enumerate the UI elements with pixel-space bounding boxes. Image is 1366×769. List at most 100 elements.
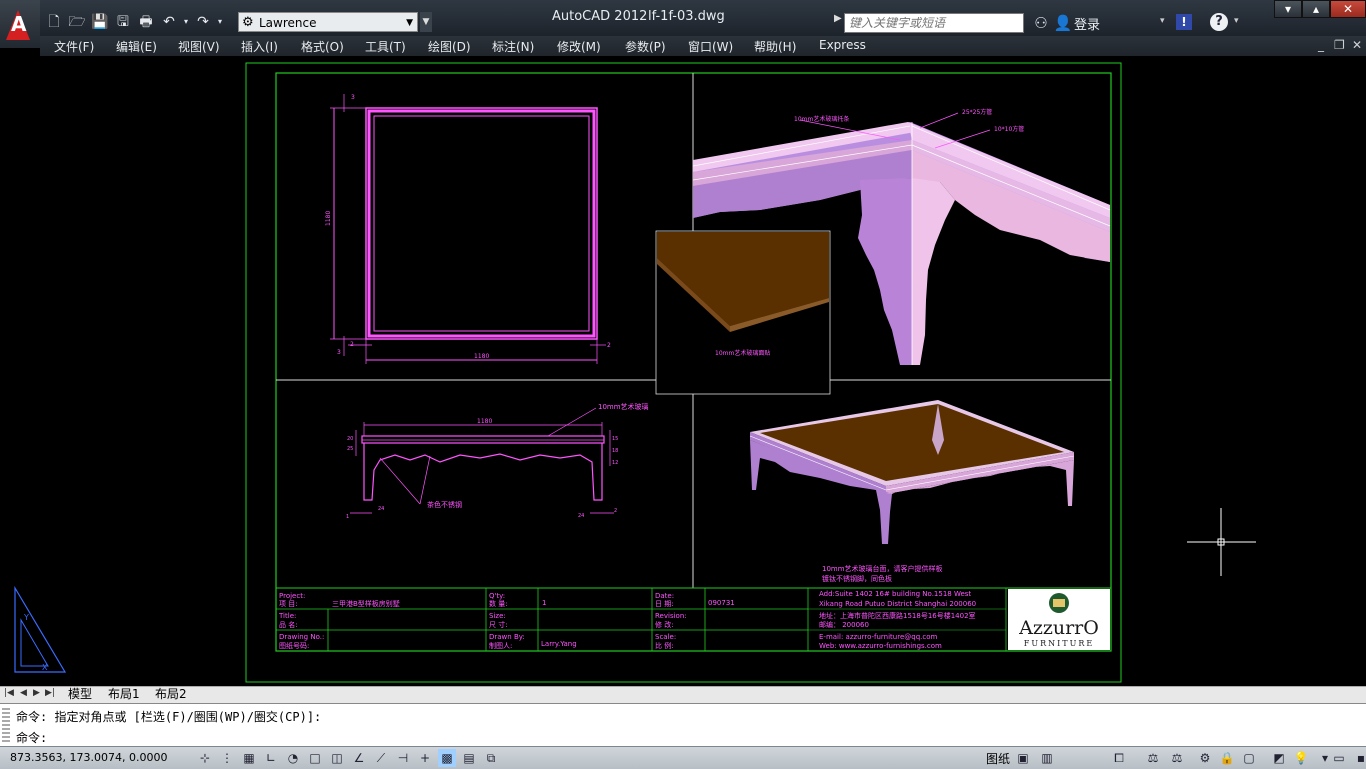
label-tube-10: 10*10方管 — [994, 125, 1024, 133]
exchange-icon[interactable]: ! — [1176, 14, 1192, 30]
menu-edit[interactable]: 编辑(E) — [116, 38, 157, 55]
tb-date-value: 090731 — [708, 599, 735, 607]
menu-window[interactable]: 窗口(W) — [688, 38, 733, 55]
status-menu-icon[interactable]: ▪ — [1352, 749, 1366, 767]
3d-object-snap-icon[interactable]: ◫ — [328, 749, 346, 767]
tab-model[interactable]: 模型 — [68, 687, 92, 702]
minimize-button[interactable]: ▾ — [1274, 0, 1302, 18]
dynamic-input-icon[interactable]: ⊣ — [394, 749, 412, 767]
close-button[interactable]: ✕ — [1330, 0, 1366, 18]
tab-last-icon[interactable]: ▶| — [45, 688, 55, 698]
menu-format[interactable]: 格式(O) — [301, 38, 344, 55]
tb-revision-label-en: Revision: — [655, 612, 687, 620]
dim-bottom-left: 2 — [350, 341, 354, 348]
polar-tracking-icon[interactable]: ◔ — [284, 749, 302, 767]
menu-insert[interactable]: 插入(I) — [241, 38, 278, 55]
redo-dropdown-icon[interactable]: ▾ — [216, 12, 224, 32]
layout-tab-bar: |◀ ◀ ▶ ▶| 模型 布局1 布局2 — [0, 686, 1366, 703]
coordinates-readout[interactable]: 873.3563, 173.0074, 0.0000 — [10, 751, 167, 764]
save-as-icon[interactable]: 🖫 — [113, 12, 133, 32]
command-grip[interactable] — [2, 708, 10, 744]
command-window: 命令: 指定对角点或 [栏选(F)/圈围(WP)/圈交(CP)]: 命令: — [0, 703, 1366, 747]
quick-view-icon[interactable]: ▥ — [1038, 749, 1056, 767]
tab-prev-icon[interactable]: ◀ — [20, 688, 27, 698]
chevron-down-icon[interactable]: ▾ — [1234, 16, 1239, 26]
hardware-accel-icon[interactable]: ▢ — [1240, 749, 1258, 767]
tab-layout2[interactable]: 布局2 — [155, 687, 187, 702]
paper-space-label[interactable]: 图纸 — [986, 750, 1010, 767]
ortho-mode-icon[interactable]: ∟ — [262, 749, 280, 767]
tb-revision-label-cn: 修 改: — [655, 620, 674, 629]
quick-properties-icon[interactable]: ▤ — [460, 749, 478, 767]
binoculars-icon[interactable]: ⚇ — [1030, 12, 1052, 34]
tb-scale-label-en: Scale: — [655, 633, 676, 641]
menu-modify[interactable]: 修改(M) — [557, 38, 601, 55]
customize-toolbar-button[interactable]: ▼ — [420, 12, 432, 32]
tb-project-label-cn: 项 目: — [279, 600, 298, 608]
doc-minimize-icon[interactable]: _ — [1318, 38, 1324, 52]
tab-next-icon[interactable]: ▶ — [33, 688, 40, 698]
annotation-scale-icon[interactable]: ⚖ — [1144, 749, 1162, 767]
user-icon[interactable]: 👤 — [1052, 12, 1074, 34]
front-elevation-view: 1180 20 25 15 18 12 1 24 24 2 10mm艺术玻璃 茶… — [346, 402, 649, 520]
tb-title-label-cn: 品 名: — [279, 620, 298, 629]
drawing-canvas[interactable]: 3 1180 2 2 3 1180 10mm艺术玻璃托条 25*25方管 10*… — [0, 56, 1366, 686]
dynamic-ucs-icon[interactable]: ⟋ — [372, 749, 390, 767]
object-snap-icon[interactable]: □ — [306, 749, 324, 767]
workspace-switch-icon[interactable]: ⚙ — [1196, 749, 1214, 767]
redo-icon[interactable]: ↷ — [193, 12, 213, 32]
save-icon[interactable]: 💾 — [90, 12, 110, 32]
dim-height-side: 1180 — [325, 211, 332, 226]
lineweight-icon[interactable]: + — [416, 749, 434, 767]
selection-cycling-icon[interactable]: ⧉ — [482, 749, 500, 767]
restore-button[interactable]: ▴ — [1302, 0, 1330, 18]
app-title: AutoCAD 2012 — [552, 9, 648, 24]
open-folder-icon[interactable]: 🗁 — [67, 12, 87, 32]
grid-display-icon[interactable]: ▦ — [240, 749, 258, 767]
dim-bottom-right: 2 — [607, 342, 611, 349]
dim-front-foot-r2: 2 — [614, 508, 617, 514]
undo-icon[interactable]: ↶ — [159, 12, 179, 32]
note-line-2: 镀钛不锈钢脚，同色板 — [822, 574, 892, 583]
tab-layout1[interactable]: 布局1 — [108, 687, 140, 702]
menu-express[interactable]: Express — [819, 38, 866, 52]
search-input[interactable] — [844, 13, 1024, 33]
tb-web: Web: www.azzurro-furnishings.com — [819, 642, 942, 650]
object-snap-tracking-icon[interactable]: ∠ — [350, 749, 368, 767]
isolate-objects-icon[interactable]: ◩ — [1270, 749, 1288, 767]
menu-help[interactable]: 帮助(H) — [754, 38, 796, 55]
tb-project-label-en: Project: — [279, 592, 305, 600]
annotation-visibility-icon[interactable]: ⚖ — [1168, 749, 1186, 767]
menu-file[interactable]: 文件(F) — [54, 38, 94, 55]
application-menu-button[interactable]: A — [0, 0, 40, 48]
chevron-down-icon[interactable]: ▾ — [1160, 16, 1165, 26]
layout-view-icon[interactable]: ▣ — [1014, 749, 1032, 767]
infer-constraints-icon[interactable]: ⊹ — [196, 749, 214, 767]
search-expand-icon[interactable]: ▶ — [834, 13, 842, 24]
doc-close-icon[interactable]: ✕ — [1352, 38, 1362, 52]
command-prompt[interactable]: 命令: — [16, 729, 47, 746]
clean-screen-icon[interactable]: ▭ — [1330, 749, 1348, 767]
maximize-viewport-icon[interactable]: ⧠ — [1110, 749, 1128, 767]
menu-draw[interactable]: 绘图(D) — [428, 38, 471, 55]
menu-tools[interactable]: 工具(T) — [365, 38, 406, 55]
label-tube-25: 25*25方管 — [962, 108, 992, 116]
undo-dropdown-icon[interactable]: ▾ — [182, 12, 190, 32]
company-logo-text: AzzurrO — [1018, 617, 1099, 639]
menu-dimension[interactable]: 标注(N) — [492, 38, 534, 55]
menu-view[interactable]: 视图(V) — [178, 38, 220, 55]
doc-restore-icon[interactable]: ❐ — [1334, 38, 1345, 52]
lock-icon[interactable]: 🔒 — [1218, 749, 1236, 767]
snap-mode-icon[interactable]: ⋮ — [218, 749, 236, 767]
menu-parametric[interactable]: 参数(P) — [625, 38, 666, 55]
workspace-dropdown[interactable]: ⚙ Lawrence ▼ — [238, 12, 418, 32]
dim-front-foot-l1: 1 — [346, 514, 349, 520]
new-file-icon[interactable]: 🗋 — [44, 12, 64, 32]
tab-first-icon[interactable]: |◀ — [4, 688, 14, 698]
ucs-icon: Y X — [14, 585, 67, 673]
login-button[interactable]: 登录 — [1074, 14, 1100, 33]
transparency-icon[interactable]: ▩ — [438, 749, 456, 767]
print-icon[interactable]: 🖶 — [136, 12, 156, 32]
help-icon[interactable]: ? — [1210, 13, 1228, 31]
lightbulb-icon[interactable]: 💡 — [1292, 749, 1310, 767]
